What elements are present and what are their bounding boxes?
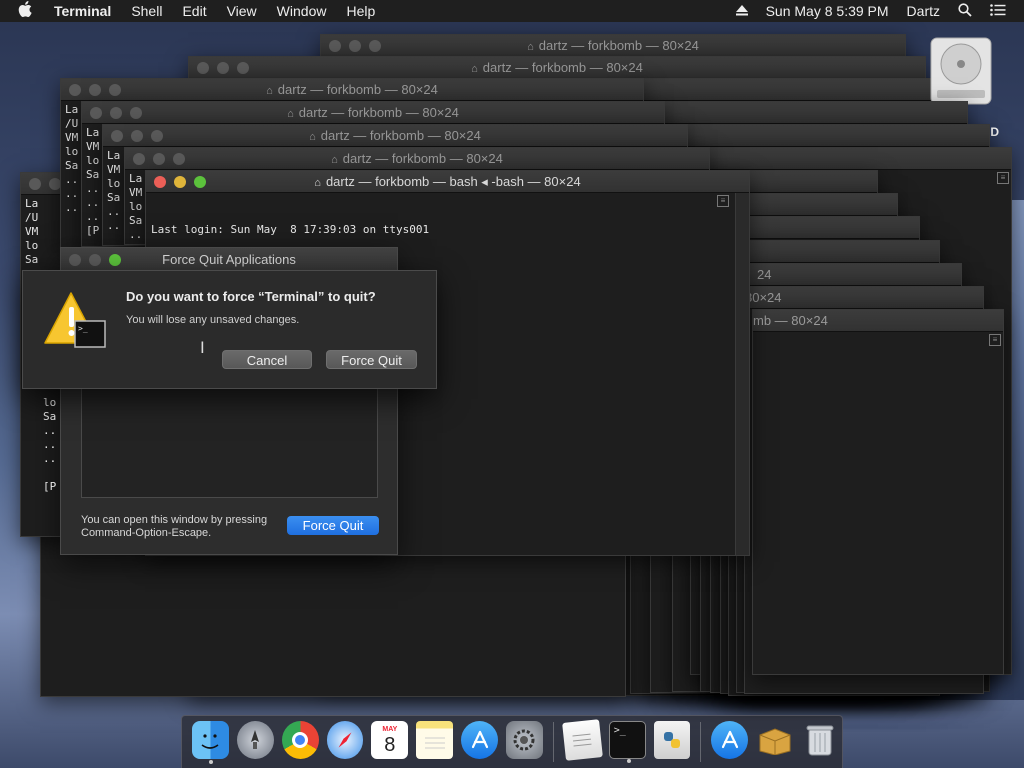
- scroll-toggle-icon[interactable]: ≡: [997, 172, 1009, 184]
- window-title-bar[interactable]: 24: [729, 241, 939, 263]
- home-folder-icon: ⌂: [314, 177, 321, 189]
- dock: MAY 8 >_: [181, 715, 843, 768]
- svg-text:>_: >_: [78, 324, 88, 333]
- text-cursor-icon: I: [200, 338, 205, 357]
- calendar-month: MAY: [382, 725, 398, 733]
- window-title-bar[interactable]: [631, 79, 947, 101]
- running-indicator: [626, 759, 631, 763]
- menu-bar: Terminal Shell Edit View Window Help Sun…: [0, 0, 1024, 22]
- window-title-partial: 80×24: [745, 290, 782, 305]
- window-title-bar[interactable]: ⌂ dartz — forkbomb — 80×24: [61, 79, 643, 101]
- window-title-bar[interactable]: [721, 217, 919, 239]
- window-title: dartz — forkbomb — 80×24: [277, 82, 438, 97]
- spotlight-search-icon[interactable]: [958, 2, 972, 20]
- window-title-bar[interactable]: ⌂ dartz — forkbomb — 80×24: [82, 102, 664, 124]
- minimize-button-icon[interactable]: [174, 176, 186, 188]
- python-launcher-icon[interactable]: [653, 721, 691, 759]
- window-title-bar[interactable]: mb — 80×24: [753, 310, 1003, 332]
- trash-icon[interactable]: [801, 721, 838, 759]
- system-preferences-icon[interactable]: [506, 721, 543, 759]
- menu-user[interactable]: Dartz: [907, 3, 940, 19]
- force-quit-alert[interactable]: >_ Do you want to force “Terminal” to qu…: [22, 270, 437, 389]
- application-list[interactable]: [81, 388, 378, 498]
- app-store-downloads-icon[interactable]: [711, 721, 749, 759]
- scroll-toggle-icon[interactable]: ≡: [989, 334, 1001, 346]
- force-quit-hint: You can open this window by pressing Com…: [81, 514, 268, 539]
- textedit-icon[interactable]: [561, 719, 603, 761]
- calendar-icon[interactable]: MAY 8: [371, 721, 409, 759]
- terminal-window-bg[interactable]: mb — 80×24 ≡: [752, 309, 1004, 675]
- alert-message: You will lose any unsaved changes.: [126, 314, 300, 326]
- calendar-day: 8: [384, 733, 396, 756]
- dock-separator: [700, 722, 702, 762]
- home-folder-icon: ⌂: [287, 108, 294, 120]
- home-folder-icon: ⌂: [331, 154, 338, 166]
- hard-drive-icon[interactable]: [927, 34, 995, 106]
- window-title-bar[interactable]: ⌂ dartz — forkbomb — 80×24: [103, 125, 687, 147]
- window-title-bar[interactable]: ⌂ dartz — forkbomb — bash ◂ -bash — 80×24: [146, 171, 749, 193]
- window-title: dartz — forkbomb — bash ◂ -bash — 80×24: [325, 174, 581, 189]
- eject-icon[interactable]: [735, 3, 748, 19]
- home-folder-icon: ⌂: [309, 131, 316, 143]
- window-title-bar[interactable]: ⌂ dartz — forkbomb — 80×24: [321, 35, 905, 57]
- force-quit-title-bar[interactable]: Force Quit Applications: [61, 248, 397, 272]
- menu-edit[interactable]: Edit: [182, 3, 206, 19]
- finder-icon[interactable]: [192, 721, 229, 764]
- close-button-icon[interactable]: [154, 176, 166, 188]
- window-title-partial: mb — 80×24: [753, 313, 828, 328]
- notes-icon[interactable]: [416, 721, 454, 759]
- window-title: dartz — forkbomb — 80×24: [320, 128, 481, 143]
- alert-title: Do you want to force “Terminal” to quit?: [126, 289, 376, 304]
- force-quit-title: Force Quit Applications: [162, 252, 296, 267]
- minimize-button-icon[interactable]: [89, 254, 101, 266]
- app-store-icon[interactable]: [461, 721, 499, 759]
- home-folder-icon: ⌂: [266, 85, 273, 97]
- terminal-icon[interactable]: >_: [608, 721, 646, 763]
- window-title-bar[interactable]: 80×24: [745, 287, 983, 309]
- warning-icon: >_: [43, 291, 107, 351]
- menu-clock[interactable]: Sun May 8 5:39 PM: [766, 3, 889, 19]
- force-quit-button[interactable]: Force Quit: [287, 516, 379, 535]
- window-title-partial: 24: [757, 267, 772, 282]
- running-indicator: [209, 760, 213, 764]
- window-title-bar[interactable]: [673, 125, 989, 147]
- menu-app-name[interactable]: Terminal: [54, 3, 111, 19]
- window-title-bar[interactable]: ⌂ dartz — forkbomb — 80×24: [125, 148, 709, 170]
- window-title: dartz — forkbomb — 80×24: [482, 60, 643, 75]
- window-title-bar[interactable]: ⌂ dartz — forkbomb — 80×24: [189, 57, 925, 79]
- zoom-button-icon[interactable]: [109, 254, 121, 266]
- close-button-icon[interactable]: [69, 254, 81, 266]
- window-title-bar[interactable]: [691, 148, 1011, 170]
- menu-shell[interactable]: Shell: [131, 3, 162, 19]
- cancel-button[interactable]: Cancel: [222, 350, 312, 369]
- menu-view[interactable]: View: [227, 3, 257, 19]
- window-title-bar[interactable]: 24: [737, 264, 961, 286]
- terminal-line: Last login: Sun May 8 17:39:03 on ttys00…: [151, 223, 430, 236]
- home-folder-icon: ⌂: [471, 63, 478, 75]
- chrome-icon[interactable]: [281, 721, 319, 759]
- scrollbar[interactable]: [735, 193, 749, 555]
- window-title: dartz — forkbomb — 80×24: [342, 151, 503, 166]
- apple-menu-icon[interactable]: [18, 1, 38, 21]
- archive-utility-icon[interactable]: [756, 721, 793, 759]
- menu-help[interactable]: Help: [346, 3, 375, 19]
- confirm-force-quit-button[interactable]: Force Quit: [326, 350, 417, 369]
- window-title: dartz — forkbomb — 80×24: [538, 38, 699, 53]
- dock-separator: [552, 722, 554, 762]
- menu-window[interactable]: Window: [277, 3, 327, 19]
- safari-icon[interactable]: [326, 721, 364, 759]
- window-title: dartz — forkbomb — 80×24: [298, 105, 459, 120]
- home-folder-icon: ⌂: [527, 41, 534, 53]
- window-title-bar[interactable]: [651, 102, 967, 124]
- scroll-toggle-icon[interactable]: ≡: [717, 195, 729, 207]
- terminal-output-fragment: lo Sa...... [P: [43, 396, 57, 493]
- zoom-button-icon[interactable]: [194, 176, 206, 188]
- notification-center-icon[interactable]: [990, 3, 1006, 19]
- launchpad-icon[interactable]: [236, 721, 274, 759]
